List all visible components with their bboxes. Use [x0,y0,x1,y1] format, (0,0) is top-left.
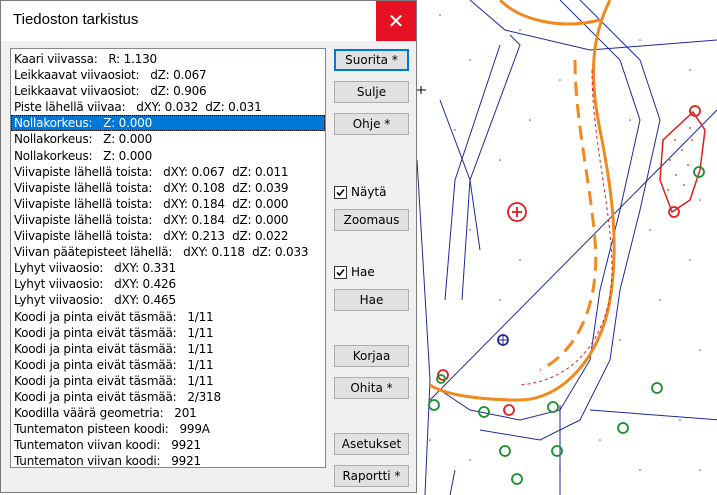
asetukset-button[interactable]: Asetukset [334,433,409,455]
nayta-checkbox[interactable]: Näytä [334,183,387,201]
nayta-label: Näytä [351,185,387,199]
list-item[interactable]: Koodilla väärä geometria: 201 [11,405,325,421]
map-road [429,0,616,402]
sulje-button[interactable]: Sulje [334,81,409,103]
list-item[interactable]: Viivapiste lähellä toista: dXY: 0.184 dZ… [11,212,325,228]
list-item[interactable]: Piste lähellä viivaa: dXY: 0.032 dZ: 0.0… [11,99,325,115]
close-button[interactable]: ✕ [376,1,416,41]
ohje-button[interactable]: Ohje * [334,113,409,135]
list-item[interactable]: Tuntematon viivan koodi: 9921 [11,453,325,467]
list-item[interactable]: Tuntematon viivan koodi: 9921 [11,437,325,453]
suorita-button[interactable]: Suorita * [334,49,409,71]
list-item[interactable]: Viivapiste lähellä toista: dXY: 0.108 dZ… [11,180,325,196]
error-list-items: Kaari viivassa: R: 1.130 Leikkaavat viiva… [11,49,325,467]
checkmark-icon [336,188,345,196]
map-blue-lines [416,0,717,495]
list-item[interactable]: Viivapiste lähellä toista: dXY: 0.213 dZ… [11,228,325,244]
title-bar[interactable]: Tiedoston tarkistus ✕ [1,1,416,41]
list-item[interactable]: Kaari viivassa: R: 1.130 [11,51,325,67]
nayta-checkbox-box[interactable] [334,185,347,199]
dialog-title: Tiedoston tarkistus [13,11,139,28]
list-item[interactable]: Viivapiste lähellä toista: dXY: 0.184 dZ… [11,196,325,212]
hae-checkbox[interactable]: Hae [334,263,375,281]
list-item[interactable]: Koodi ja pinta eivät täsmää: 1/11 [11,325,325,341]
list-item[interactable]: Viivan päätepisteet lähellä: dXY: 0.118 … [11,244,325,260]
raportti-button[interactable]: Raportti * [334,465,409,487]
korjaa-button[interactable]: Korjaa [334,345,409,367]
list-item[interactable]: Koodi ja pinta eivät täsmää: 1/11 [11,373,325,389]
crosshair-cursor-icon [417,86,426,94]
file-check-dialog: Tiedoston tarkistus ✕ Kaari viivassa: R:… [0,0,417,493]
list-item[interactable]: Nollakorkeus: Z: 0.000 [11,148,325,164]
hae-checkbox-box[interactable] [334,265,347,279]
list-item[interactable]: Koodi ja pinta eivät täsmää: 1/11 [11,341,325,357]
list-item[interactable]: Tuntematon pisteen koodi: 999A [11,421,325,437]
list-item[interactable]: Koodi ja pinta eivät täsmää: 1/11 [11,357,325,373]
zoomaus-button[interactable]: Zoomaus [334,209,409,231]
ohita-button[interactable]: Ohita * [334,377,409,399]
close-icon: ✕ [387,9,405,33]
list-item[interactable]: Lyhyt viivaosio: dXY: 0.331 [11,260,325,276]
list-item[interactable]: Nollakorkeus: Z: 0.000 [11,131,325,147]
list-item[interactable]: Koodi ja pinta eivät täsmää: 1/11 [11,309,325,325]
list-item[interactable]: Lyhyt viivaosio: dXY: 0.426 [11,276,325,292]
checkmark-icon [336,268,345,276]
list-item[interactable]: Leikkaavat viivaosiot: dZ: 0.067 [11,67,325,83]
list-item[interactable]: Lyhyt viivaosio: dXY: 0.465 [11,292,325,308]
hae-button[interactable]: Hae [334,289,409,311]
map-red-area [659,110,706,214]
list-item[interactable]: Koodi ja pinta eivät täsmää: 2/318 [11,389,325,405]
list-item[interactable]: Viivapiste lähellä toista: dXY: 0.067 dZ… [11,164,325,180]
hae-label: Hae [351,265,375,279]
list-item[interactable]: Nollakorkeus: Z: 0.000 [11,115,325,132]
list-item[interactable]: Leikkaavat viivaosiot: dZ: 0.906 [11,83,325,99]
error-list[interactable]: Kaari viivassa: R: 1.130 Leikkaavat viiva… [10,48,326,468]
